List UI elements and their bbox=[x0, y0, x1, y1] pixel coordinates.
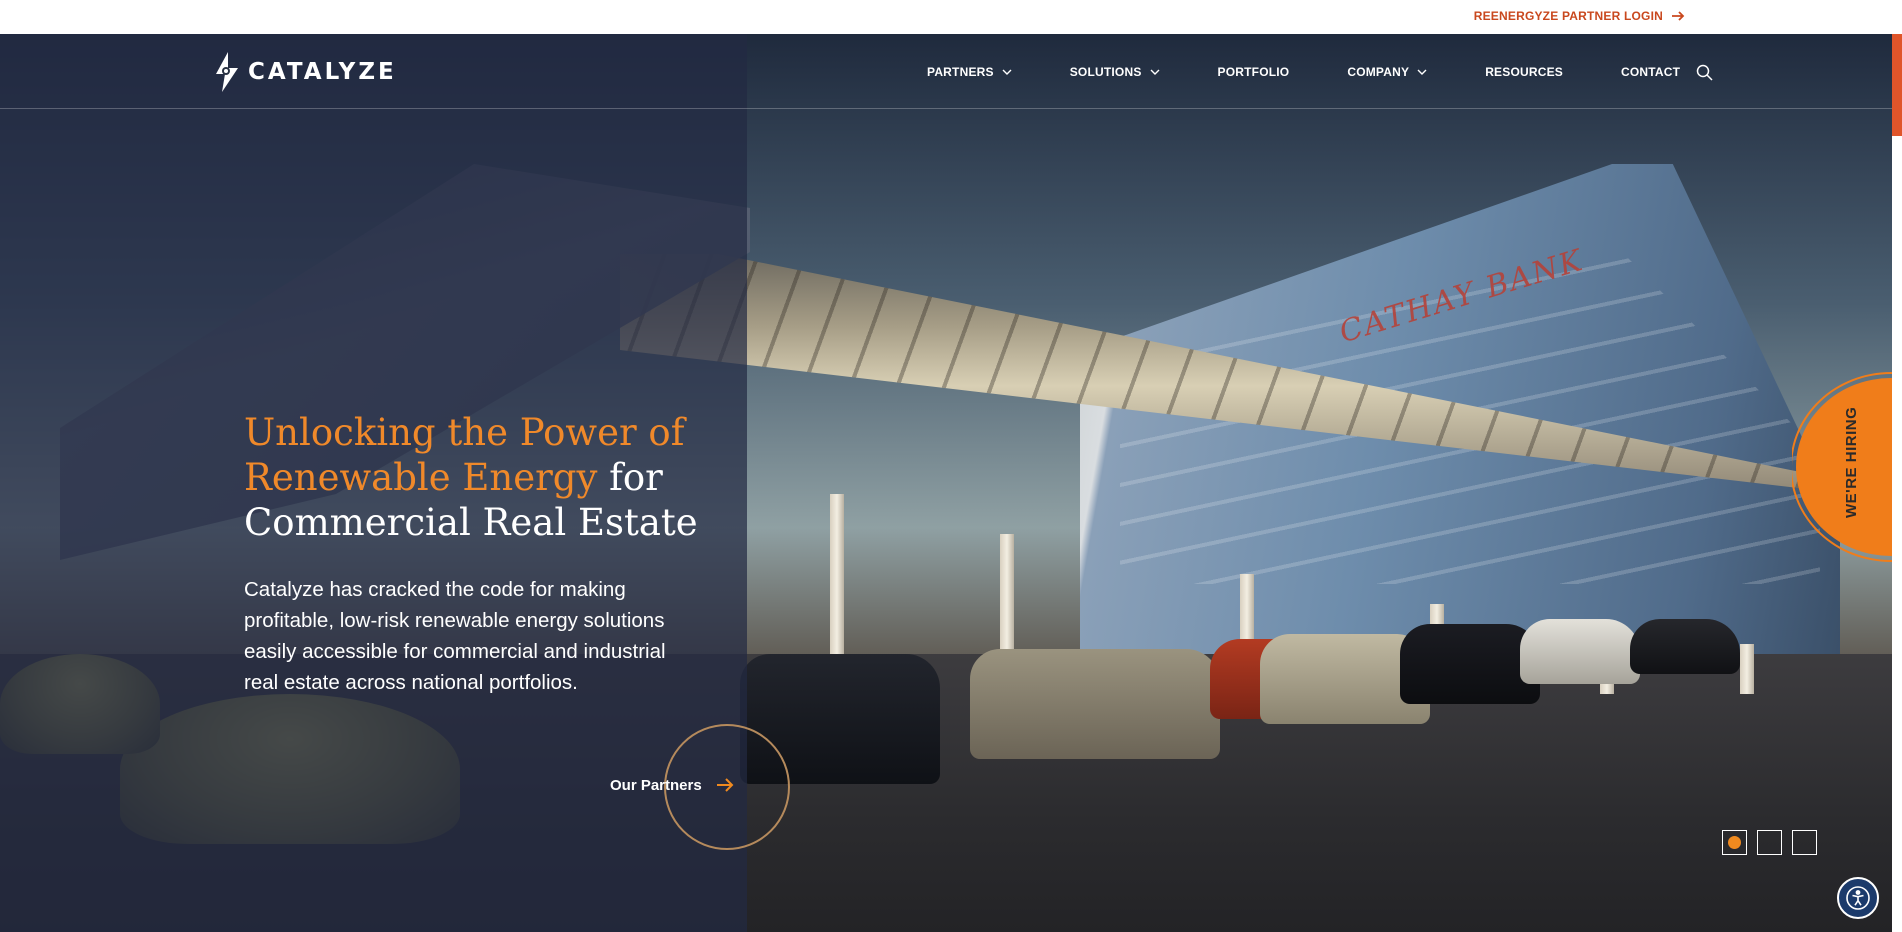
scroll-track[interactable] bbox=[1892, 34, 1902, 932]
brand-name: CATALYZE bbox=[248, 59, 397, 85]
our-partners-button[interactable]: Our Partners bbox=[610, 776, 734, 794]
hero-description: Catalyze has cracked the code for making… bbox=[244, 578, 666, 694]
arrow-right-icon bbox=[1672, 11, 1685, 21]
nav-item-solutions[interactable]: SOLUTIONS bbox=[1070, 65, 1160, 79]
main-navigation: CATALYZE PARTNERS SOLUTIONS PORTFOLIO CO… bbox=[0, 34, 1892, 109]
nav-item-label: CONTACT bbox=[1621, 64, 1681, 79]
accessibility-icon bbox=[1846, 886, 1870, 910]
nav-item-company[interactable]: COMPANY bbox=[1347, 65, 1427, 79]
car bbox=[1400, 624, 1540, 704]
slide-1-button[interactable] bbox=[1722, 830, 1747, 855]
hiring-tab-ring bbox=[1792, 372, 1892, 562]
chevron-down-icon bbox=[1417, 69, 1427, 75]
hero-headline: Unlocking the Power of Renewable Energy … bbox=[244, 410, 714, 545]
slide-3-button[interactable] bbox=[1792, 830, 1817, 855]
nav-item-label: PORTFOLIO bbox=[1217, 64, 1290, 79]
nav-item-label: COMPANY bbox=[1347, 64, 1410, 79]
nav-menu: PARTNERS SOLUTIONS PORTFOLIO COMPANY RES… bbox=[927, 34, 1738, 109]
headline-part: for bbox=[597, 456, 663, 499]
accessibility-button[interactable] bbox=[1837, 877, 1879, 919]
active-slide-dot bbox=[1728, 836, 1741, 849]
search-icon[interactable] bbox=[1696, 64, 1713, 81]
hiring-label: WE'RE HIRING bbox=[1843, 406, 1860, 518]
arrow-right-icon bbox=[716, 778, 734, 792]
utility-bar: REENERGYZE PARTNER LOGIN bbox=[0, 0, 1902, 34]
nav-item-label: PARTNERS bbox=[927, 64, 994, 79]
nav-item-resources[interactable]: RESOURCES bbox=[1485, 65, 1563, 79]
nav-item-label: SOLUTIONS bbox=[1069, 64, 1142, 79]
nav-item-label: RESOURCES bbox=[1485, 64, 1564, 79]
nav-item-partners[interactable]: PARTNERS bbox=[927, 65, 1012, 79]
hero-slider-controls bbox=[1722, 830, 1817, 855]
lightning-bolt-logo-icon bbox=[216, 52, 238, 92]
carport-pillar bbox=[830, 494, 844, 654]
slide-2-button[interactable] bbox=[1757, 830, 1782, 855]
chevron-down-icon bbox=[1150, 69, 1160, 75]
car bbox=[1630, 619, 1740, 674]
hiring-tab[interactable]: WE'RE HIRING bbox=[1792, 360, 1892, 570]
nav-item-portfolio[interactable]: PORTFOLIO bbox=[1218, 65, 1290, 79]
carport-pillar bbox=[1740, 644, 1754, 694]
car bbox=[1520, 619, 1640, 684]
scroll-thumb[interactable] bbox=[1892, 34, 1902, 136]
nav-item-contact[interactable]: CONTACT bbox=[1621, 65, 1680, 79]
chevron-down-icon bbox=[1002, 69, 1012, 75]
partner-login-label: REENERGYZE PARTNER LOGIN bbox=[1473, 9, 1663, 23]
headline-part: Commercial Real Estate bbox=[244, 501, 698, 544]
car bbox=[970, 649, 1220, 759]
cta-label: Our Partners bbox=[610, 776, 702, 794]
partner-login-link[interactable]: REENERGYZE PARTNER LOGIN bbox=[1474, 9, 1685, 23]
catalyze-logo[interactable]: CATALYZE bbox=[214, 52, 397, 92]
